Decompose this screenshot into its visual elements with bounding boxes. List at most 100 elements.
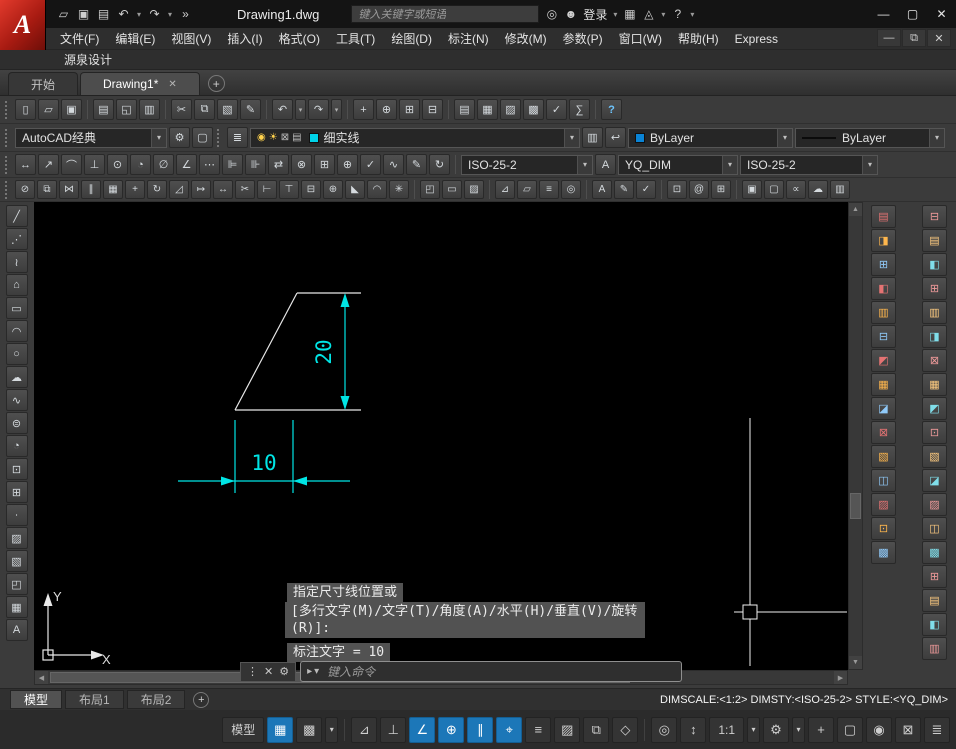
fillet-button[interactable]: ◠ [367,180,387,199]
3d-object-snap-button[interactable]: ◇ [612,717,638,743]
chamfer-button[interactable]: ◣ [345,180,365,199]
dim-aligned-button[interactable]: ↗ [38,154,59,175]
save-icon[interactable]: ▣ [74,3,93,25]
dim-linear-button[interactable]: ↔ [15,154,36,175]
custom-tool-a11[interactable]: ▧ [871,445,896,468]
new-layout-button[interactable]: + [193,692,209,708]
minimize-button[interactable]: — [869,0,898,28]
menu-edit[interactable]: 编辑(E) [107,28,163,50]
copy-button[interactable]: ⧉ [194,99,215,120]
toolbar-grip[interactable] [217,129,221,147]
menu-window[interactable]: 窗口(W) [611,28,670,50]
center-mark-button[interactable]: ⊕ [337,154,358,175]
circle-button[interactable]: ○ [6,343,28,365]
text-style-manager-button[interactable]: A [595,154,616,175]
custom-tool-a7[interactable]: ◩ [871,349,896,372]
extend-button[interactable]: ⊢ [257,180,277,199]
dim-update-button[interactable]: ↻ [429,154,450,175]
annotation-visibility-button[interactable]: ◎ [651,717,677,743]
menu-format[interactable]: 格式(O) [271,28,328,50]
autodesk360-dropdown-icon[interactable]: ▾ [658,3,668,25]
file-tab-start[interactable]: 开始 [8,72,78,95]
help-button[interactable]: ? [601,99,622,120]
chevron-down-icon[interactable]: ▾ [862,156,877,174]
scroll-left-icon[interactable]: ◀ [35,671,48,684]
maximize-button[interactable]: ▢ [898,0,927,28]
chevron-down-icon[interactable]: ▾ [722,156,737,174]
signin-dropdown-icon[interactable]: ▾ [610,3,620,25]
custom-tool-b19[interactable]: ▥ [922,637,947,660]
distance-button[interactable]: ⊿ [495,180,515,199]
scroll-right-icon[interactable]: ▶ [834,671,847,684]
revcloud-button[interactable]: ☁ [6,366,28,388]
menu-modify[interactable]: 修改(M) [497,28,555,50]
tolerance-button[interactable]: ⊞ [314,154,335,175]
open-icon[interactable]: ▱ [54,3,73,25]
custom-tool-b1[interactable]: ⊟ [922,205,947,228]
help-icon[interactable]: ? [668,3,687,25]
custom-tool-a10[interactable]: ⊠ [871,421,896,444]
hatch-edit-button[interactable]: ▨ [464,180,484,199]
spline-button[interactable]: ∿ [6,389,28,411]
toolbar-grip[interactable] [5,101,9,119]
custom-tool-b10[interactable]: ⊡ [922,421,947,444]
menu-parametric[interactable]: 参数(P) [555,28,611,50]
ortho-mode-button[interactable]: ⊥ [380,717,406,743]
annotation-monitor-button[interactable]: + [808,717,834,743]
tab-close-icon[interactable]: ✕ [168,79,176,90]
break-at-point-button[interactable]: ⊤ [279,180,299,199]
arc-button[interactable]: ◠ [6,320,28,342]
rotate-button[interactable]: ↻ [147,180,167,199]
ellipse-arc-button[interactable]: ◔ [6,435,28,457]
custom-tool-b7[interactable]: ⊠ [922,349,947,372]
workspace-dropdown-icon[interactable]: ▾ [792,717,805,743]
dim-style-combo[interactable]: ISO-25-2 ▾ [461,155,593,175]
layer-combo[interactable]: ◉☀⊠▤ 细实线 ▾ [250,128,580,148]
hardware-acceleration-button[interactable]: ▢ [837,717,863,743]
construction-line-button[interactable]: ⋰ [6,228,28,250]
undo-dropdown-icon[interactable]: ▾ [295,99,306,120]
custom-tool-a1[interactable]: ▤ [871,205,896,228]
polar-tracking-button[interactable]: ∠ [409,717,435,743]
doc-restore-button[interactable]: ⧉ [902,29,926,47]
dynamic-input-button[interactable]: ⌖ [496,717,522,743]
menu-file[interactable]: 文件(F) [52,28,107,50]
custom-tool-b16[interactable]: ⊞ [922,565,947,588]
annotation-scale-dropdown-icon[interactable]: ▾ [747,717,760,743]
dock-customize-icon[interactable]: ⚙ [279,665,289,678]
custom-tool-b6[interactable]: ◨ [922,325,947,348]
layer-previous-icon[interactable]: ↩ [605,127,626,148]
dim-inspect-button[interactable]: ✓ [360,154,381,175]
layer-plot-icon[interactable]: ▤ [292,132,301,143]
dim-angular-button[interactable]: ∠ [176,154,197,175]
print-icon[interactable]: ▤ [94,3,113,25]
custom-tool-a2[interactable]: ◨ [871,229,896,252]
menu-draw[interactable]: 绘图(D) [383,28,440,50]
custom-tool-b15[interactable]: ▩ [922,541,947,564]
layer-states-icon[interactable]: ▥ [582,127,603,148]
search-input[interactable]: 键入关键字或短语 [358,6,446,22]
qat-more-icon[interactable]: » [176,3,195,25]
dim-continue-button[interactable]: ⊪ [245,154,266,175]
linetype-combo[interactable]: ByLayer ▾ [795,128,945,148]
attribute-button[interactable]: @ [689,180,709,199]
measure-button[interactable]: ∝ [786,180,806,199]
polyline-button[interactable]: ≀ [6,251,28,273]
dock-grip-icon[interactable]: ⋮ [247,665,258,678]
join-button[interactable]: ⊕ [323,180,343,199]
paste-button[interactable]: ▧ [217,99,238,120]
array-button[interactable]: ▦ [103,180,123,199]
table-style-combo[interactable]: ISO-25-2 ▾ [740,155,878,175]
dim-arc-length-button[interactable]: ⌒ [61,154,82,175]
layout-tab-layout1[interactable]: 布局1 [65,690,124,709]
layout-tab-layout2[interactable]: 布局2 [127,690,186,709]
object-snap-button[interactable]: ⊕ [438,717,464,743]
doc-close-button[interactable]: ✕ [927,29,951,47]
undo-button[interactable]: ↶ [272,99,293,120]
annotation-autoscale-button[interactable]: ↕ [680,717,706,743]
pan-button[interactable]: + [353,99,374,120]
region-button[interactable]: ◰ [420,180,440,199]
dim-ordinate-button[interactable]: ⊥ [84,154,105,175]
toolbar-grip[interactable] [5,129,9,147]
text-button[interactable]: A [592,180,612,199]
